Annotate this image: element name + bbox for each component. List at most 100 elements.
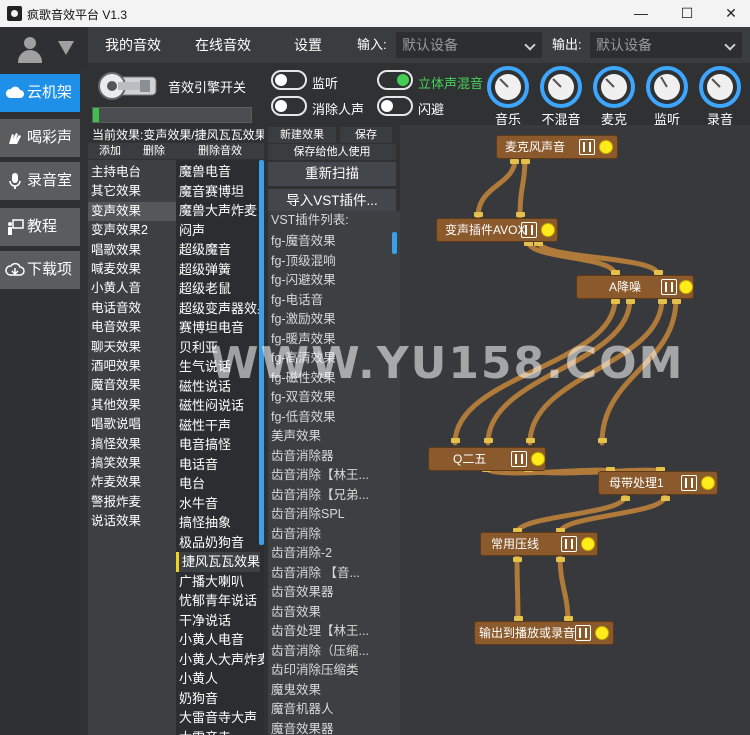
vst-plugin-item[interactable]: 美声效果 <box>271 427 321 447</box>
effect-item[interactable]: 小黄人大声炸麦 <box>179 650 264 670</box>
effect-item[interactable]: 广播大喇叭 <box>179 572 244 592</box>
effect-item[interactable]: 闷声 <box>179 221 205 241</box>
vst-plugin-item[interactable]: 齿音消除SPL <box>271 505 345 525</box>
stereo-mix-toggle[interactable] <box>377 70 413 90</box>
category-item[interactable]: 电音效果 <box>91 318 141 337</box>
category-item[interactable]: 喊麦效果 <box>91 260 141 279</box>
delete-category-button[interactable]: 删除 <box>132 143 176 159</box>
mixer-icon[interactable] <box>681 475 697 491</box>
effect-item[interactable]: 奶狗音 <box>179 689 218 709</box>
tab-settings[interactable]: 设置 <box>268 27 348 63</box>
category-item[interactable]: 变声效果 <box>88 201 176 221</box>
engine-power-switch-icon[interactable] <box>96 69 160 103</box>
effect-item[interactable]: 搞怪抽象 <box>179 513 231 533</box>
mixer-icon[interactable] <box>579 139 595 155</box>
category-item[interactable]: 唱歌说唱 <box>91 415 141 434</box>
sidebar-item-cloud-rack[interactable]: 云机架 <box>0 74 80 112</box>
status-led-icon[interactable] <box>599 140 613 154</box>
vst-plugin-item[interactable]: 齿音效果器 <box>271 583 334 603</box>
monitor-volume-knob[interactable] <box>645 65 689 109</box>
category-item[interactable]: 电话音效 <box>91 299 141 318</box>
vst-plugin-item[interactable]: 齿音效果 <box>271 603 321 623</box>
delete-effect-button[interactable]: 删除音效 <box>176 143 264 159</box>
effect-item[interactable]: 赛博坦电音 <box>179 318 244 338</box>
sidebar-item-cheer[interactable]: 喝彩声 <box>0 119 80 157</box>
node-noise-reduction[interactable]: A降噪 <box>576 275 694 299</box>
save-button[interactable]: 保存 <box>340 127 392 143</box>
status-led-icon[interactable] <box>531 452 545 466</box>
import-vst-button[interactable]: 导入VST插件... <box>268 189 396 213</box>
node-mic-input[interactable]: 麦克风声音 <box>496 135 618 159</box>
category-item[interactable]: 说话效果 <box>91 512 141 531</box>
category-item[interactable]: 聊天效果 <box>91 338 141 357</box>
vst-plugin-item[interactable]: fg-激励效果 <box>271 310 336 330</box>
effect-item[interactable]: 忧郁青年说话 <box>179 591 257 611</box>
effect-item[interactable]: 水牛音 <box>179 494 218 514</box>
output-device-select[interactable]: 默认设备 <box>590 32 742 58</box>
status-led-icon[interactable] <box>541 223 555 237</box>
category-item[interactable]: 酒吧效果 <box>91 357 141 376</box>
effect-item[interactable]: 磁性闷说话 <box>179 396 244 416</box>
mixer-icon[interactable] <box>521 222 537 238</box>
rescan-button[interactable]: 重新扫描 <box>268 162 396 186</box>
effect-item[interactable]: 捷风瓦瓦效果 <box>176 552 261 572</box>
vst-plugin-item[interactable]: 齿音消除 <box>271 525 321 545</box>
effect-item[interactable]: 干净说话 <box>179 611 231 631</box>
no-mix-knob[interactable] <box>539 65 583 109</box>
effect-graph-canvas[interactable]: 麦克风声音 变声插件AVOX A降噪 Q二五 母带处理1 常用压线 输出到播放或… <box>400 125 750 735</box>
effect-item[interactable]: 电台 <box>179 474 205 494</box>
vst-plugin-item[interactable]: fg-电话音 <box>271 291 323 311</box>
record-volume-knob[interactable] <box>698 65 742 109</box>
node-avox[interactable]: 变声插件AVOX <box>436 218 558 242</box>
maximize-button[interactable]: ☐ <box>664 2 710 24</box>
effect-item[interactable]: 超级老鼠 <box>179 279 231 299</box>
save-share-button[interactable]: 保存给他人使用 <box>268 144 396 160</box>
mixer-icon[interactable] <box>661 279 677 295</box>
effect-item[interactable]: 超级弹簧 <box>179 260 231 280</box>
vst-plugin-item[interactable]: 齿音消除器 <box>271 447 334 467</box>
category-item[interactable]: 其他效果 <box>91 396 141 415</box>
vst-plugin-item[interactable]: fg-顶级混响 <box>271 252 336 272</box>
node-mastering[interactable]: 母带处理1 <box>598 471 718 495</box>
vst-list-scrollbar[interactable] <box>392 232 397 254</box>
vocal-remove-toggle[interactable] <box>271 96 307 116</box>
category-item[interactable]: 小黄人音 <box>91 279 141 298</box>
effect-item[interactable]: 超级魔音 <box>179 240 231 260</box>
node-compressor[interactable]: 常用压线 <box>480 532 598 556</box>
effect-item[interactable]: 磁性干声 <box>179 416 231 436</box>
avatar-icon[interactable] <box>18 37 42 63</box>
tab-my-effects[interactable]: 我的音效 <box>88 27 178 63</box>
node-q25[interactable]: Q二五 <box>428 447 546 471</box>
new-effect-button[interactable]: 新建效果 <box>268 127 336 143</box>
category-item[interactable]: 炸麦效果 <box>91 473 141 492</box>
status-led-icon[interactable] <box>581 537 595 551</box>
vst-plugin-item[interactable]: 齿音消除-2 <box>271 544 332 564</box>
vst-plugin-item[interactable]: fg-闪避效果 <box>271 271 336 291</box>
effect-item[interactable]: 魔兽大声炸麦 <box>179 201 257 221</box>
vst-plugin-item[interactable]: fg-双音效果 <box>271 388 336 408</box>
tab-online-effects[interactable]: 在线音效 <box>178 27 268 63</box>
effect-item[interactable]: 电话音 <box>179 455 218 475</box>
effect-item[interactable]: 大雷音寺 <box>179 728 231 735</box>
effect-item[interactable]: 小黄人 <box>179 669 218 689</box>
close-button[interactable]: ✕ <box>708 2 750 24</box>
sidebar-item-downloads[interactable]: 下载项 <box>0 251 80 289</box>
category-item[interactable]: 唱歌效果 <box>91 241 141 260</box>
vst-plugin-item[interactable]: 魔鬼效果 <box>271 681 321 701</box>
category-item[interactable]: 魔音效果 <box>91 376 141 395</box>
effect-item[interactable]: 大雷音寺大声 <box>179 708 257 728</box>
category-item[interactable]: 搞笑效果 <box>91 454 141 473</box>
category-item[interactable]: 变声效果2 <box>91 221 148 240</box>
vst-plugin-item[interactable]: fg-魔音效果 <box>271 232 336 252</box>
status-led-icon[interactable] <box>679 280 693 294</box>
minimize-button[interactable]: — <box>618 2 664 24</box>
effect-item[interactable]: 魔音赛博坦 <box>179 182 244 202</box>
user-menu-dropdown-icon[interactable] <box>58 41 74 55</box>
category-item[interactable]: 警报炸麦 <box>91 493 141 512</box>
vst-plugin-item[interactable]: 魔音机器人 <box>271 700 334 720</box>
vst-plugin-item[interactable]: 齿音消除 【音... <box>271 564 360 584</box>
mixer-icon[interactable] <box>575 625 591 641</box>
ducking-toggle[interactable] <box>377 96 413 116</box>
vst-plugin-item[interactable]: 齿音消除【林王... <box>271 466 369 486</box>
vst-plugin-item[interactable]: 魔音效果器 <box>271 720 334 735</box>
